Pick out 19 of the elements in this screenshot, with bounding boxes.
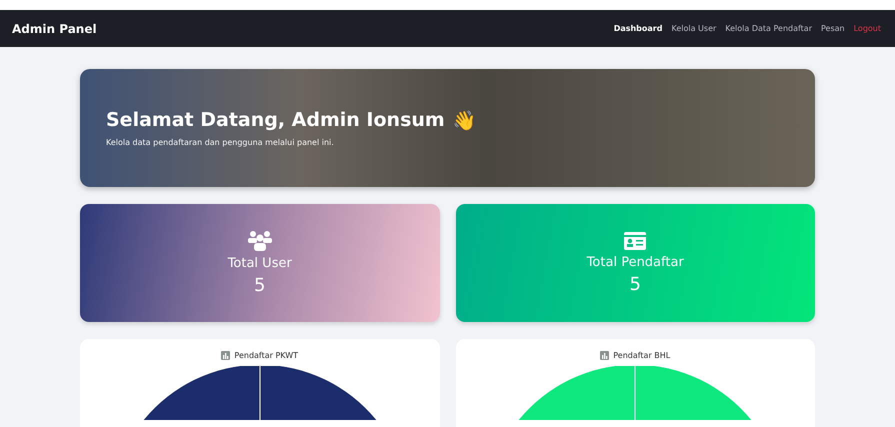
nav-link[interactable]: Dashboard — [614, 24, 662, 33]
logout-link[interactable]: Logout — [854, 24, 881, 33]
hero-subtitle: Kelola data pendaftaran dan pengguna melalui panel ini. — [106, 138, 335, 147]
nav-link[interactable]: Kelola User — [671, 24, 716, 33]
stat-value: 5 — [254, 275, 266, 296]
hero-title: Selamat Datang, Admin Ionsum — [106, 109, 445, 132]
waving-hand-icon: 👋 — [452, 109, 477, 132]
nav-link[interactable]: Pesan — [821, 24, 845, 33]
bar-chart-icon — [600, 351, 610, 360]
users-icon — [246, 230, 273, 252]
stat-label: Total User — [228, 256, 292, 271]
chart-title: Pendaftar PKWT — [234, 351, 298, 360]
brand-title[interactable]: Admin Panel — [12, 22, 97, 36]
bar-chart-icon — [221, 351, 230, 360]
nav-link[interactable]: Kelola Data Pendaftar — [725, 24, 812, 33]
stat-label: Total Pendaftar — [586, 255, 684, 270]
id-card-icon — [623, 231, 648, 251]
stat-value: 5 — [630, 274, 641, 295]
chart-title: Pendaftar BHL — [613, 351, 670, 360]
